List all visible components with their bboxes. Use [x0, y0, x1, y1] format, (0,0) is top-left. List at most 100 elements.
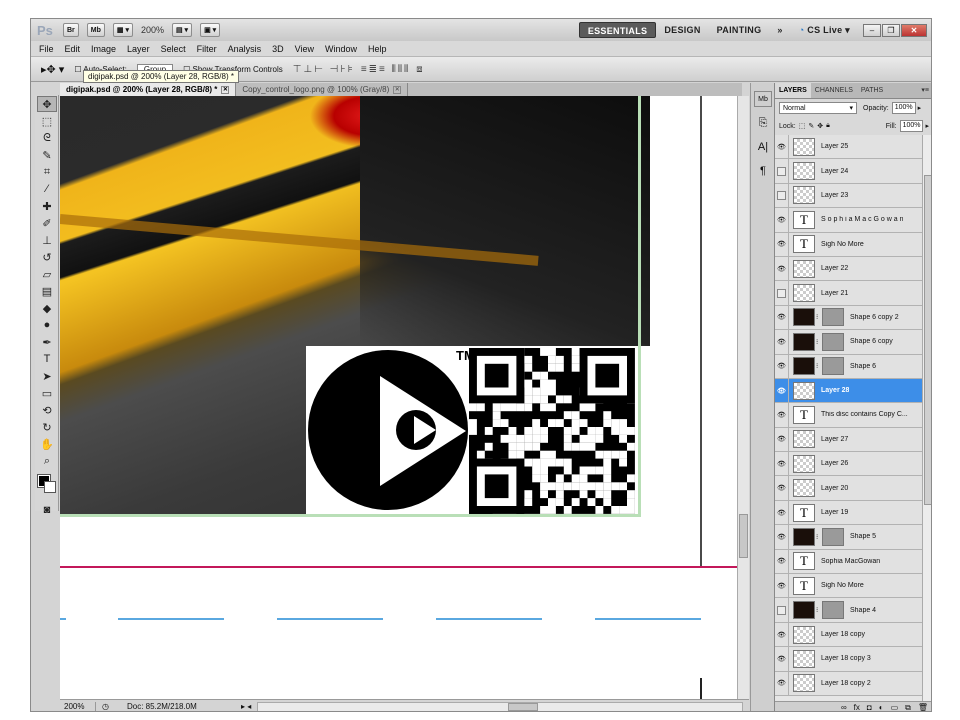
visibility-eye-icon[interactable]: 👁︎ [775, 232, 789, 256]
marquee-tool-icon[interactable]: ⬚ [37, 113, 57, 129]
arrange-documents-button[interactable]: ▤ ▾ [172, 23, 193, 37]
new-layer-icon[interactable]: ⧉ [905, 703, 911, 712]
gradient-tool-icon[interactable]: ▤ [37, 283, 57, 299]
visibility-eye-icon[interactable]: 👁︎ [775, 305, 789, 330]
menu-3d[interactable]: 3D [272, 44, 284, 54]
layer-row[interactable]: 👁︎ Layer 20 [775, 476, 922, 501]
history-brush-icon[interactable]: ↺ [37, 249, 57, 265]
blur-tool-icon[interactable]: ◆ [37, 300, 57, 316]
brush-tool-icon[interactable]: ✐ [37, 215, 57, 231]
bridge-button[interactable]: Br [63, 23, 79, 37]
eyedropper-tool-icon[interactable]: ⁄ [37, 181, 57, 197]
close-tab-icon[interactable]: ✕ [393, 85, 402, 94]
visibility-eye-icon[interactable]: 👁︎ [775, 476, 789, 500]
visibility-hidden-icon[interactable] [775, 183, 789, 208]
layer-row[interactable]: 👁︎ ⁝ Shape 6 copy [775, 330, 922, 355]
opacity-arrow-icon[interactable]: ▸ [918, 104, 922, 112]
layer-row[interactable]: 👁︎ Layer 18 copy 2 [775, 671, 922, 696]
visibility-eye-icon[interactable]: 👁︎ [775, 525, 789, 549]
delete-layer-icon[interactable]: 🗑︎ [918, 703, 928, 711]
add-mask-icon[interactable]: ◘ [867, 703, 872, 711]
visibility-eye-icon[interactable]: 👁︎ [775, 647, 789, 671]
screen-mode-button[interactable]: ▣ ▾ [200, 23, 221, 37]
visibility-eye-icon[interactable]: 👁︎ [775, 452, 789, 476]
fill-arrow-icon[interactable]: ▸ [925, 122, 929, 130]
minibridge-panel-icon[interactable]: Mb [754, 91, 772, 107]
visibility-eye-icon[interactable]: 👁︎ [775, 378, 789, 403]
vector-mask-thumbnail[interactable] [822, 357, 844, 376]
layer-row[interactable]: ⁝ Shape 4 [775, 598, 922, 623]
quick-select-tool-icon[interactable]: ✎ [37, 147, 57, 163]
status-menu-arrow-icon[interactable]: ▸ ◂ [235, 702, 257, 711]
layer-row[interactable]: 👁︎ Layer 25 [775, 135, 922, 160]
workspace-essentials[interactable]: ESSENTIALS [578, 22, 657, 38]
close-tab-icon[interactable]: ✕ [221, 85, 230, 94]
workspace-painting[interactable]: PAINTING [709, 25, 770, 35]
menu-image[interactable]: Image [91, 44, 116, 54]
layer-row[interactable]: 👁︎ ⁝ Shape 6 [775, 354, 922, 379]
color-swatches[interactable] [35, 473, 59, 501]
crop-tool-icon[interactable]: ⌗ [37, 164, 57, 180]
lock-all-icon[interactable]: 🔒︎ [826, 122, 830, 130]
menu-filter[interactable]: Filter [197, 44, 217, 54]
workspace-more-button[interactable]: » [769, 25, 790, 35]
visibility-eye-icon[interactable]: 👁︎ [775, 622, 789, 647]
vector-mask-thumbnail[interactable] [822, 601, 844, 620]
close-button[interactable]: ✕ [901, 23, 927, 37]
document-canvas[interactable]: TM [60, 96, 737, 699]
layer-row[interactable]: 👁︎ T Sophia MacGowan [775, 549, 922, 575]
canvas-horizontal-scrollbar[interactable] [257, 701, 743, 711]
status-zoom[interactable]: 200% [60, 702, 96, 711]
opacity-field[interactable]: 100% [891, 102, 916, 114]
tab-layers[interactable]: LAYERS [775, 83, 811, 98]
tab-paths[interactable]: PATHS [857, 83, 887, 98]
layer-row[interactable]: 👁︎ T S o p h i a M a c G o w a n [775, 208, 922, 233]
mask-link-icon[interactable]: ⁝ [816, 338, 820, 346]
fill-field[interactable]: 100% [899, 120, 924, 132]
visibility-eye-icon[interactable]: 👁︎ [775, 500, 789, 525]
workspace-design[interactable]: DESIGN [656, 25, 708, 35]
visibility-eye-icon[interactable]: 👁︎ [775, 256, 789, 281]
link-layers-icon[interactable]: ∞ [841, 703, 847, 711]
layer-row[interactable]: 👁︎ Layer 18 copy 3 [775, 647, 922, 672]
tab-channels[interactable]: CHANNELS [811, 83, 857, 98]
zoom-tool-icon[interactable]: ⌕ [37, 453, 57, 469]
quick-mask-icon[interactable]: ◙ [37, 502, 57, 518]
healing-brush-icon[interactable]: ✚ [37, 198, 57, 214]
3d-orbit-tool-icon[interactable]: ↻ [37, 419, 57, 435]
visibility-eye-icon[interactable]: 👁︎ [775, 574, 789, 598]
view-extras-button[interactable]: ▦ ▾ [112, 23, 133, 37]
scroll-thumb[interactable] [924, 175, 931, 505]
scroll-thumb[interactable] [739, 514, 748, 558]
layer-row[interactable]: 👁︎ Layer 18 copy [775, 622, 922, 648]
minimize-button[interactable]: – [863, 23, 881, 37]
layer-row[interactable]: 👁︎ Layer 26 [775, 452, 922, 477]
minibridge-button[interactable]: Mb [86, 23, 105, 37]
lasso-tool-icon[interactable]: ᘓ [37, 130, 57, 146]
hand-tool-icon[interactable]: ✋ [37, 436, 57, 452]
layer-row[interactable]: 👁︎ ⁝ Shape 5 [775, 525, 922, 550]
clone-stamp-icon[interactable]: ⊥ [37, 232, 57, 248]
mask-link-icon[interactable]: ⁝ [816, 533, 820, 541]
layer-row[interactable]: 👁︎ ⁝ Shape 6 copy 2 [775, 305, 922, 331]
panel-menu-icon[interactable]: ▾≡ [917, 83, 931, 98]
type-tool-icon[interactable]: T [37, 351, 57, 367]
history-panel-icon[interactable]: ⎘ [754, 115, 772, 131]
visibility-eye-icon[interactable]: 👁︎ [775, 549, 789, 574]
layer-row[interactable]: 👁︎ Layer 28 [775, 378, 922, 404]
menu-layer[interactable]: Layer [127, 44, 150, 54]
menu-analysis[interactable]: Analysis [228, 44, 262, 54]
eraser-tool-icon[interactable]: ▱ [37, 266, 57, 282]
vector-mask-thumbnail[interactable] [822, 332, 844, 351]
layer-row[interactable]: 👁︎ T Sigh No More [775, 574, 922, 599]
layer-row[interactable]: 👁︎ T Layer 19 [775, 500, 922, 526]
pen-tool-icon[interactable]: ✒ [37, 334, 57, 350]
vector-mask-thumbnail[interactable] [822, 527, 844, 546]
auto-align-icon[interactable]: ⧈ [416, 64, 424, 75]
visibility-eye-icon[interactable]: 👁︎ [775, 135, 789, 159]
visibility-hidden-icon[interactable] [775, 598, 789, 622]
canvas-vertical-scrollbar[interactable] [737, 96, 749, 699]
visibility-eye-icon[interactable]: 👁︎ [775, 354, 789, 378]
cs-live-button[interactable]: ◔ CS Live ▾ [791, 25, 858, 36]
character-panel-icon[interactable]: A| [754, 139, 772, 155]
